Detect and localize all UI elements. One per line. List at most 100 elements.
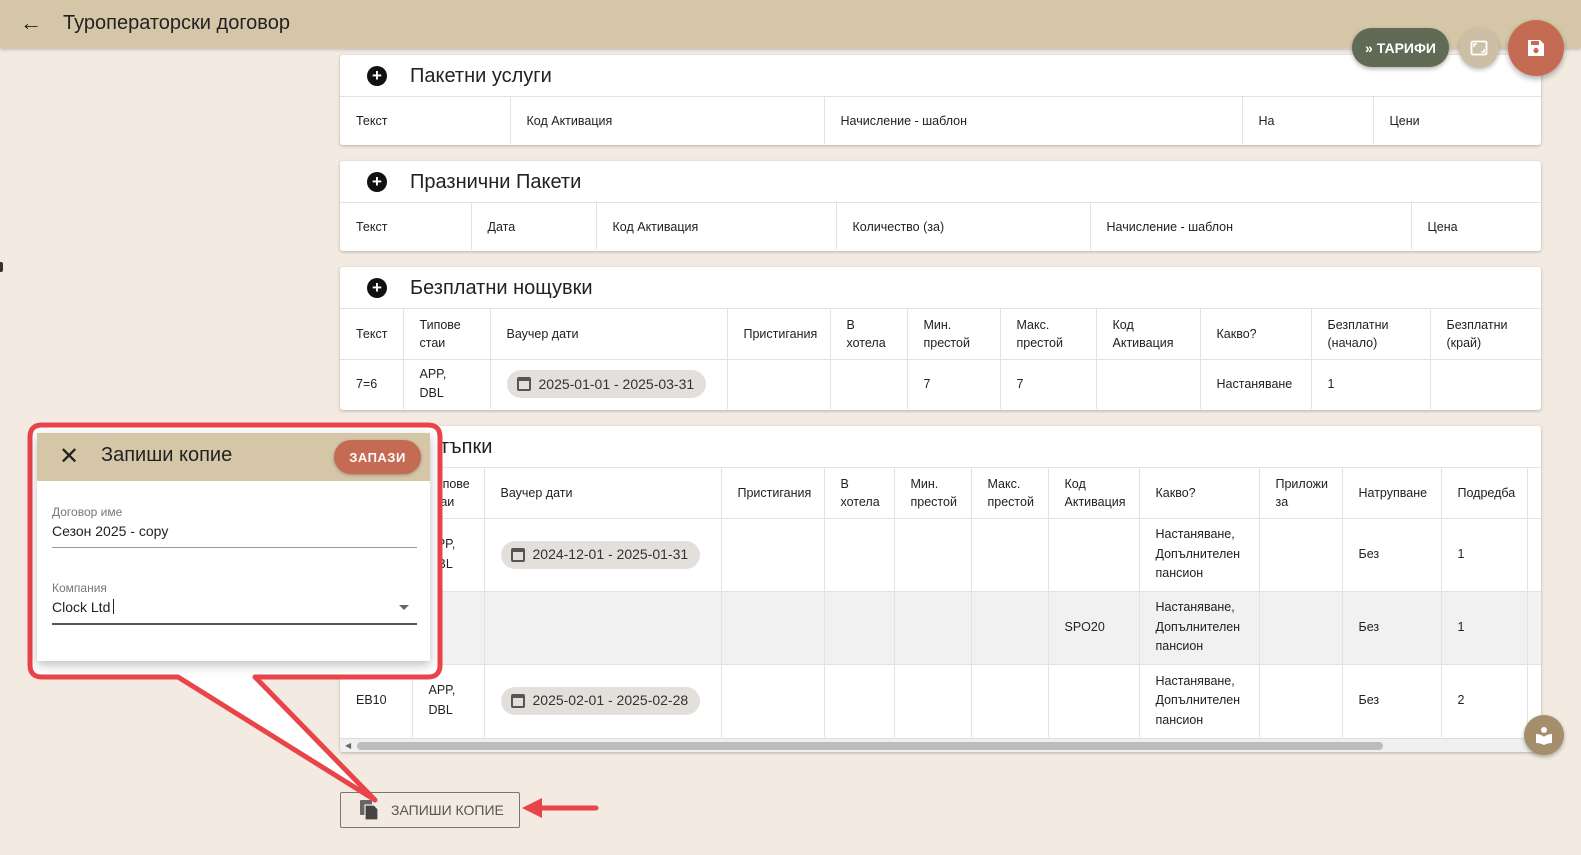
cell: Настаняване, Допълнителен пансион (1139, 590, 1260, 664)
help-chat-button[interactable] (1524, 715, 1564, 755)
add-free-night-icon[interactable]: + (367, 278, 387, 298)
column-header[interactable]: Ваучер дати (484, 468, 722, 518)
double-chevron-right-icon: » (1365, 39, 1373, 56)
column-header[interactable]: Какво? (1200, 309, 1312, 359)
column-header[interactable]: Количество (за) (836, 203, 1091, 250)
fullscreen-button[interactable] (1459, 28, 1499, 68)
scroll-left-arrow-icon[interactable]: ◀ (345, 741, 351, 750)
company-value: Clock Ltd (52, 599, 111, 615)
save-copy-label: ЗАПИШИ КОПИЕ (391, 802, 504, 818)
dialog-save-button[interactable]: ЗАПАЗИ (334, 440, 421, 474)
column-header[interactable]: Мин. престой (894, 468, 972, 518)
back-arrow-icon[interactable]: ← (18, 10, 44, 36)
column-header[interactable]: Код Активация (1048, 468, 1140, 518)
column-header[interactable]: Код Активация (596, 203, 837, 250)
discounts-card: стъпки Типове стаи Ваучер дати Пристиган… (340, 426, 1541, 752)
close-icon[interactable]: ✕ (59, 443, 79, 471)
table-row[interactable]: 7=6 APP, DBL 2025-01-01 - 2025-03-31 7 7… (340, 358, 1541, 409)
column-header[interactable]: Пристигания (727, 309, 831, 359)
column-header[interactable]: Код Активация (1096, 309, 1201, 359)
cell: Без (1342, 517, 1442, 591)
package-services-card: + Пакетни услуги Текст Код Активация Нач… (340, 55, 1541, 145)
contract-name-input[interactable]: Сезон 2025 - copy (52, 523, 417, 545)
cell: 2025-01-01 - 2025-03-31 (490, 358, 728, 409)
add-package-service-icon[interactable]: + (367, 66, 387, 86)
copy-document-icon (360, 800, 379, 821)
dropdown-arrow-icon[interactable] (399, 605, 409, 610)
table-row[interactable]: SPO20 Настаняване, Допълнителен пансион … (340, 590, 1541, 664)
cell (894, 590, 972, 664)
package-services-title: Пакетни услуги (410, 65, 552, 87)
cell (484, 590, 722, 664)
column-header[interactable]: Типове стаи (403, 309, 491, 359)
cell (971, 590, 1049, 664)
date-range-chip[interactable]: 2024-12-01 - 2025-01-31 (500, 540, 701, 569)
side-drawer-handle[interactable] (0, 262, 3, 272)
cell (894, 517, 972, 591)
column-header[interactable]: Начисление - шаблон (824, 97, 1243, 144)
chip-label: 2025-02-01 - 2025-02-28 (532, 692, 689, 708)
column-header[interactable]: На (1242, 97, 1374, 144)
book-icon (1536, 727, 1552, 745)
discounts-table: Типове стаи Ваучер дати Пристигания В хо… (340, 468, 1541, 737)
table-row[interactable]: EB10 APP, DBL 2025-02-01 - 2025-02-28 На… (340, 663, 1541, 737)
column-header (1527, 468, 1541, 518)
contract-name-field[interactable]: Договор име Сезон 2025 - copy (52, 505, 417, 548)
column-header[interactable]: Макс. престой (971, 468, 1049, 518)
column-header[interactable]: Цена (1411, 203, 1541, 250)
cell: 1 (1441, 517, 1528, 591)
column-header[interactable]: Код Активация (510, 97, 825, 144)
scrollbar-thumb[interactable] (357, 742, 1383, 750)
column-header[interactable]: Безплатни (край) (1430, 309, 1541, 359)
cell: 7 (907, 358, 1001, 409)
date-range-chip[interactable]: 2025-02-01 - 2025-02-28 (500, 686, 701, 715)
dialog-title: Запиши копие (101, 444, 233, 466)
column-header[interactable]: Макс. престой (1000, 309, 1097, 359)
column-header[interactable]: Приложи за (1259, 468, 1343, 518)
save-button[interactable] (1508, 20, 1564, 76)
column-header[interactable]: Текст (340, 203, 472, 250)
package-services-table: Текст Код Активация Начисление - шаблон … (340, 97, 1541, 144)
company-field[interactable]: Компания Clock Ltd (52, 581, 417, 625)
company-input[interactable]: Clock Ltd (52, 599, 417, 621)
column-header[interactable]: Мин. престой (907, 309, 1001, 359)
cell: 2025-02-01 - 2025-02-28 (484, 663, 722, 737)
column-header[interactable]: Ваучер дати (490, 309, 728, 359)
save-copy-button[interactable]: ЗАПИШИ КОПИЕ (340, 792, 520, 828)
column-header[interactable]: Натрупване (1342, 468, 1442, 518)
column-header[interactable]: Цени (1373, 97, 1541, 144)
cell: Настаняване, Допълнителен пансион (1139, 663, 1260, 737)
cell: Настаняване (1200, 358, 1312, 409)
cell (721, 517, 825, 591)
column-header[interactable]: Пристигания (721, 468, 825, 518)
add-holiday-package-icon[interactable]: + (367, 172, 387, 192)
cell (1527, 590, 1541, 664)
column-header[interactable]: Текст (340, 309, 404, 359)
cell: 2 (1441, 663, 1528, 737)
cell: 7 (1000, 358, 1097, 409)
column-header[interactable]: Подредба (1441, 468, 1528, 518)
holiday-packages-card: + Празнични Пакети Текст Дата Код Актива… (340, 161, 1541, 251)
free-nights-card: + Безплатни нощувки Текст Типове стаи Ва… (340, 267, 1541, 410)
cell: Без (1342, 590, 1442, 664)
column-header[interactable]: В хотела (824, 468, 895, 518)
field-underline (52, 547, 417, 548)
cell: 1 (1311, 358, 1431, 409)
chip-label: 2025-01-01 - 2025-03-31 (538, 375, 695, 392)
cell: APP, DBL (412, 663, 485, 737)
cell (1259, 663, 1343, 737)
column-header[interactable]: Дата (471, 203, 597, 250)
tariffs-button[interactable]: » ТАРИФИ (1352, 28, 1449, 67)
cell (1048, 517, 1140, 591)
column-header[interactable]: Какво? (1139, 468, 1260, 518)
cell (1048, 663, 1140, 737)
cell (721, 590, 825, 664)
table-row[interactable]: APP, DBL 2024-12-01 - 2025-01-31 Настаня… (340, 517, 1541, 591)
date-range-chip[interactable]: 2025-01-01 - 2025-03-31 (506, 370, 707, 399)
column-header[interactable]: Безплатни (начало) (1311, 309, 1431, 359)
horizontal-scrollbar[interactable]: ◀ (340, 738, 1541, 752)
company-label: Компания (52, 581, 107, 595)
column-header[interactable]: В хотела (830, 309, 908, 359)
column-header[interactable]: Начисление - шаблон (1090, 203, 1412, 250)
column-header[interactable]: Текст (340, 97, 511, 144)
